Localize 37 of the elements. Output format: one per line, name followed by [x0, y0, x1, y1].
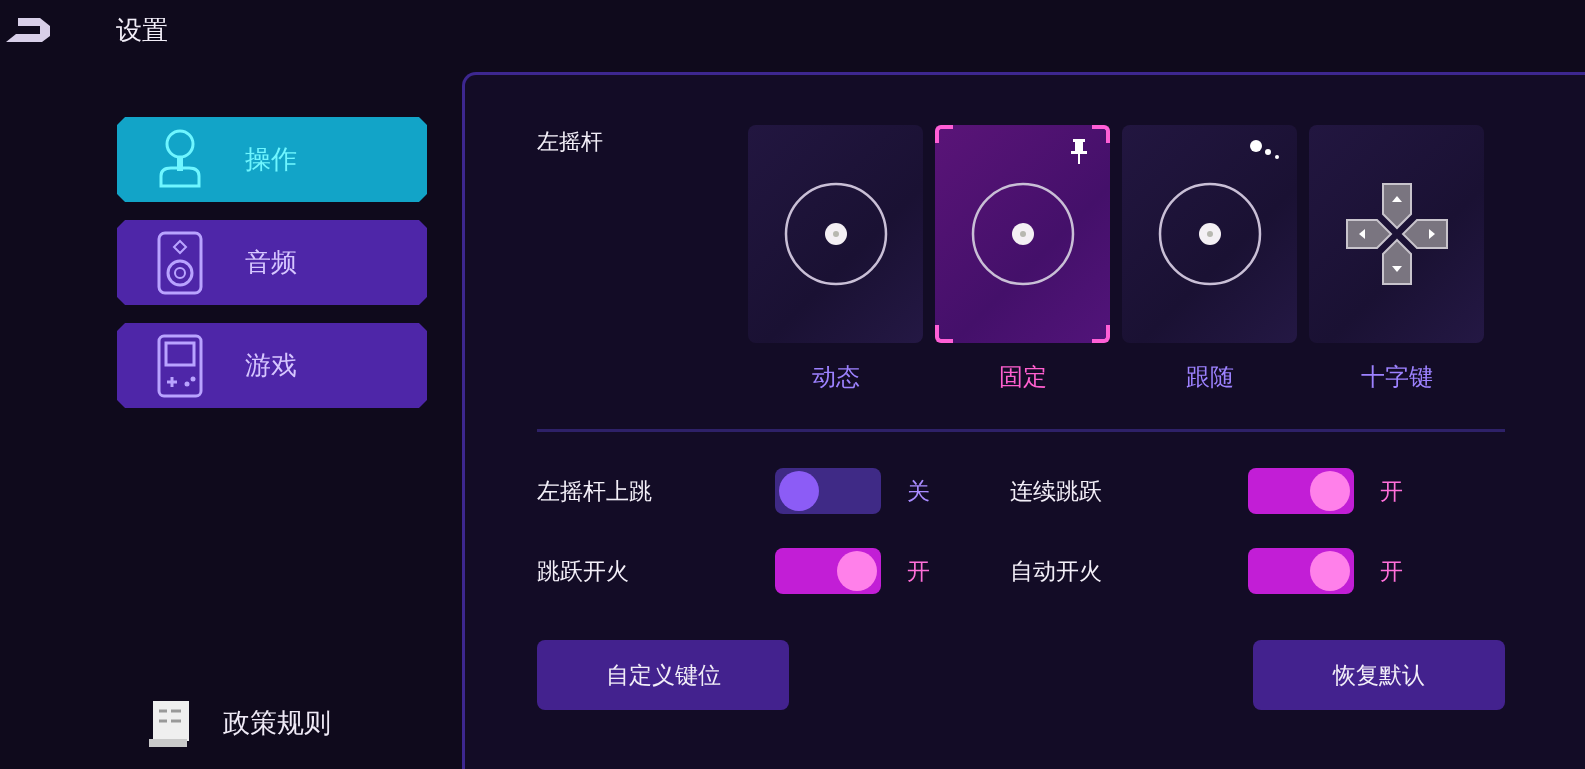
page-title: 设置 — [116, 13, 168, 47]
sidebar-tab[interactable]: 游戏 — [117, 323, 427, 408]
option-label: 跟随 — [1185, 362, 1234, 393]
toggle-switch[interactable] — [775, 468, 881, 514]
stick-option-card[interactable] — [748, 125, 923, 343]
joystick-ring-icon — [970, 182, 1075, 286]
toggle-value: 关 — [907, 476, 930, 506]
toggle-switch[interactable] — [775, 548, 881, 594]
toggle-label: 左摇杆上跳 — [537, 476, 653, 506]
toggle-label: 跳跃开火 — [537, 556, 630, 586]
section-label: 左摇杆 — [537, 128, 604, 156]
toggle-value: 开 — [1380, 556, 1403, 586]
speaker-icon — [155, 230, 205, 295]
option-label: 十字键 — [1360, 362, 1433, 393]
sidebar-tab[interactable]: 音频 — [117, 220, 427, 305]
action-button[interactable]: 恢复默认 — [1253, 640, 1505, 710]
toggle-value: 开 — [1380, 476, 1403, 506]
selection-corner — [1092, 325, 1110, 343]
stick-option-card[interactable] — [935, 125, 1110, 343]
stick-option-card[interactable] — [1309, 125, 1484, 343]
toggle-switch[interactable] — [1248, 548, 1354, 594]
toggle-value: 开 — [907, 556, 930, 586]
toggle-switch[interactable] — [1248, 468, 1354, 514]
stick-option-card[interactable] — [1122, 125, 1297, 343]
option-label: 固定 — [998, 362, 1047, 393]
option-label: 动态 — [811, 362, 860, 393]
action-button[interactable]: 自定义键位 — [537, 640, 789, 710]
selection-corner — [935, 125, 953, 143]
joystick-ring-icon — [1157, 182, 1262, 286]
selection-corner — [1092, 125, 1110, 143]
selection-corner — [935, 325, 953, 343]
policy-link[interactable]: 政策规则 — [223, 705, 331, 741]
toggle-label: 自动开火 — [1010, 556, 1103, 586]
handheld-console-icon — [155, 333, 205, 398]
toggle-label: 连续跳跃 — [1010, 476, 1103, 506]
joystick-ring-icon — [783, 182, 888, 286]
dpad-icon — [1344, 182, 1449, 286]
